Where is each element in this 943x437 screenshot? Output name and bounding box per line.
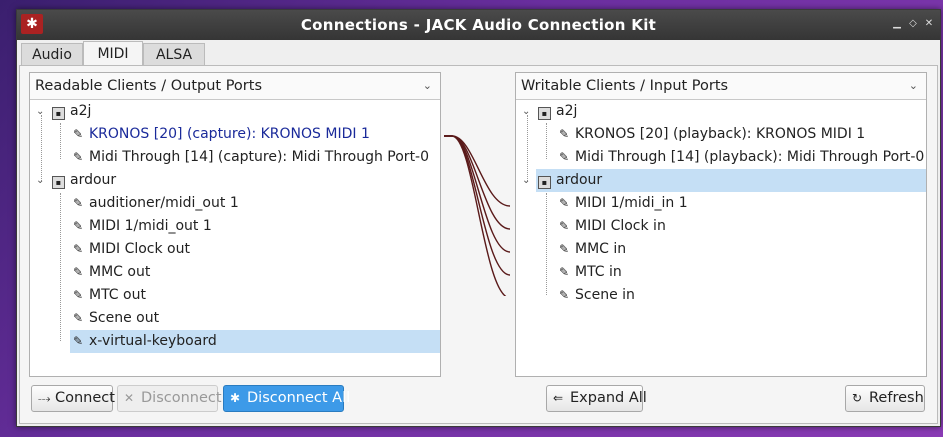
port-item-selected[interactable]: ✎ x-virtual-keyboard <box>70 330 440 353</box>
disconnect-all-button[interactable]: ✱ Disconnect All <box>223 385 350 412</box>
input-port-icon: ✎ <box>558 150 570 164</box>
port-item[interactable]: ✎ auditioner/midi_out 1 <box>70 192 239 215</box>
input-ports-tree[interactable]: Writable Clients / Input Ports ⌄ ⌄ ▪ a2j … <box>515 72 927 377</box>
port-label: MIDI 1/midi_in 1 <box>575 195 688 211</box>
port-item[interactable]: ✎ Scene in <box>556 284 635 307</box>
input-port-icon: ✎ <box>558 196 570 210</box>
port-label: MMC in <box>575 241 627 257</box>
expand-all-icon: ⇐ <box>553 391 564 405</box>
tab-audio[interactable]: Audio <box>21 43 83 65</box>
disconnect-button[interactable]: ✕ Disconnect <box>117 385 222 412</box>
output-port-icon: ✎ <box>72 196 84 210</box>
chevron-down-icon[interactable]: ⌄ <box>522 169 530 192</box>
input-port-icon: ✎ <box>558 219 570 233</box>
connection-lines[interactable] <box>444 126 514 296</box>
output-port-icon: ✎ <box>72 242 84 256</box>
refresh-label: Refresh <box>869 390 924 406</box>
port-item[interactable]: ✎ KRONOS [20] (capture): KRONOS MIDI 1 <box>70 123 370 146</box>
client-a2j[interactable]: ⌄ ▪ a2j <box>33 100 433 123</box>
port-label: MIDI 1/midi_out 1 <box>89 218 212 234</box>
expand-all-button[interactable]: ⇐ Expand All <box>546 385 647 412</box>
chevron-down-icon[interactable]: ⌄ <box>36 100 44 123</box>
chevron-down-icon[interactable]: ⌄ <box>522 100 530 123</box>
output-ports-tree[interactable]: Readable Clients / Output Ports ⌄ ⌄ ▪ a2j… <box>29 72 441 377</box>
client-ardour-selected[interactable]: ⌄ ▪ ardour <box>522 169 926 192</box>
port-item[interactable]: ✎ MMC in <box>556 238 626 261</box>
port-label: KRONOS [20] (capture): KRONOS MIDI 1 <box>89 126 370 142</box>
client-icon: ▪ <box>52 176 65 189</box>
output-ports-header-label: Readable Clients / Output Ports <box>35 78 262 94</box>
output-port-icon: ✎ <box>72 127 84 141</box>
tab-midi[interactable]: MIDI <box>83 41 143 66</box>
client-name: a2j <box>70 103 92 119</box>
client-name: a2j <box>556 103 578 119</box>
port-label: Scene in <box>575 287 635 303</box>
input-ports-header-label: Writable Clients / Input Ports <box>521 78 729 94</box>
input-port-icon: ✎ <box>558 127 570 141</box>
port-label: MTC out <box>89 287 146 303</box>
refresh-button[interactable]: ↻ Refresh <box>845 385 925 412</box>
input-ports-header[interactable]: Writable Clients / Input Ports ⌄ <box>516 73 926 100</box>
port-label: MTC in <box>575 264 622 280</box>
minimize-icon[interactable]: ▁ <box>890 17 904 31</box>
input-port-icon: ✎ <box>558 265 570 279</box>
port-label: MIDI Clock out <box>89 241 190 257</box>
disconnect-all-icon: ✱ <box>230 391 241 405</box>
port-label: KRONOS [20] (playback): KRONOS MIDI 1 <box>575 126 866 142</box>
chevron-down-icon[interactable]: ⌄ <box>36 169 44 192</box>
disconnect-icon: ✕ <box>124 391 135 405</box>
window-title: Connections - JACK Audio Connection Kit <box>300 16 657 34</box>
port-label: MIDI Clock in <box>575 218 666 234</box>
refresh-icon: ↻ <box>852 391 863 405</box>
port-item[interactable]: ✎ MIDI 1/midi_out 1 <box>70 215 212 238</box>
client-name: ardour <box>70 172 117 188</box>
port-item[interactable]: ✎ MTC out <box>70 284 146 307</box>
output-port-icon: ✎ <box>72 288 84 302</box>
client-ardour[interactable]: ⌄ ▪ ardour <box>33 169 433 192</box>
port-label: MMC out <box>89 264 151 280</box>
title-bar[interactable]: ✱ Connections - JACK Audio Connection Ki… <box>17 10 940 40</box>
output-port-icon: ✎ <box>72 219 84 233</box>
chevron-down-icon[interactable]: ⌄ <box>909 73 918 99</box>
port-label: x-virtual-keyboard <box>89 333 217 349</box>
client-icon: ▪ <box>538 107 551 120</box>
connect-button[interactable]: ⤏ Connect <box>31 385 115 412</box>
output-port-icon: ✎ <box>72 334 84 348</box>
port-label: auditioner/midi_out 1 <box>89 195 239 211</box>
disconnect-label: Disconnect <box>141 390 222 406</box>
output-ports-header[interactable]: Readable Clients / Output Ports ⌄ <box>30 73 440 100</box>
output-port-icon: ✎ <box>72 150 84 164</box>
maximize-icon[interactable]: ◇ <box>906 17 920 31</box>
port-label: Midi Through [14] (playback): Midi Throu… <box>575 149 925 165</box>
disconnect-all-label: Disconnect All <box>247 390 351 406</box>
port-item[interactable]: ✎ MIDI Clock in <box>556 215 666 238</box>
port-item[interactable]: ✎ Midi Through [14] (playback): Midi Thro… <box>556 146 924 169</box>
port-label: Scene out <box>89 310 160 326</box>
port-item[interactable]: ✎ MMC out <box>70 261 150 284</box>
client-icon: ▪ <box>52 107 65 120</box>
port-item[interactable]: ✎ MIDI 1/midi_in 1 <box>556 192 688 215</box>
input-port-icon: ✎ <box>558 288 570 302</box>
connect-icon: ⤏ <box>38 391 51 405</box>
output-port-icon: ✎ <box>72 265 84 279</box>
connect-label: Connect <box>55 390 115 406</box>
connections-window: ✱ Connections - JACK Audio Connection Ki… <box>16 9 941 427</box>
tab-alsa[interactable]: ALSA <box>143 43 205 65</box>
port-item[interactable]: ✎ MIDI Clock out <box>70 238 190 261</box>
port-item[interactable]: ✎ Midi Through [14] (capture): Midi Throu… <box>70 146 429 169</box>
client-icon: ▪ <box>538 176 551 189</box>
output-port-icon: ✎ <box>72 311 84 325</box>
port-item[interactable]: ✎ Scene out <box>70 307 159 330</box>
port-label: Midi Through [14] (capture): Midi Throug… <box>89 149 430 165</box>
midi-tab-panel: Readable Clients / Output Ports ⌄ ⌄ ▪ a2j… <box>19 65 938 424</box>
chevron-down-icon[interactable]: ⌄ <box>423 73 432 99</box>
input-port-icon: ✎ <box>558 242 570 256</box>
port-item[interactable]: ✎ MTC in <box>556 261 622 284</box>
close-icon[interactable]: ✕ <box>922 17 936 31</box>
port-item[interactable]: ✎ KRONOS [20] (playback): KRONOS MIDI 1 <box>556 123 865 146</box>
client-a2j[interactable]: ⌄ ▪ a2j <box>519 100 919 123</box>
expand-all-label: Expand All <box>570 390 647 406</box>
client-name: ardour <box>556 172 603 188</box>
